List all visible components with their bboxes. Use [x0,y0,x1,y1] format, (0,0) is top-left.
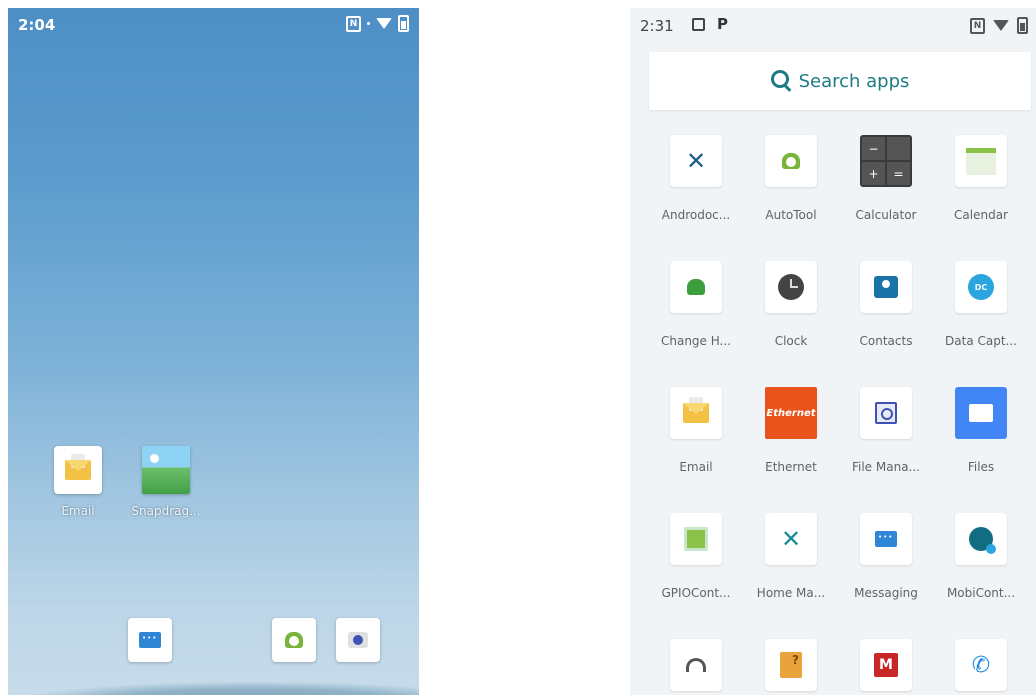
search-placeholder: Search apps [798,70,910,92]
status-time: 2:31 [640,17,674,35]
app-label: Email [61,504,95,518]
status-time: 2:04 [18,16,56,34]
search-icon [770,70,789,88]
clock-icon [765,261,817,313]
autotool-icon [272,618,316,662]
contacts-icon [860,261,912,313]
wifi-icon [993,20,1009,31]
app-m[interactable]: M [836,639,936,695]
ethernet-icon: Ethernet [765,387,817,439]
app-label: Data Capt... [945,334,1017,348]
nfc-icon: N [346,15,361,32]
app-label: Snapdrag... [131,504,201,518]
home-screen: 2:04 N Email Snapdrag... [8,8,419,695]
gpio-icon [670,513,722,565]
camera-icon [336,618,380,662]
home-app-email[interactable]: Email [38,446,118,518]
app-label: Calendar [954,208,1008,222]
wallpaper-hills [8,681,419,695]
android-icon [670,261,722,313]
app-calendar[interactable]: Calendar [931,135,1031,222]
battery-icon [1017,17,1028,34]
app-androdoc[interactable]: ✕ Androdoc... [646,135,746,222]
app-label: Ethernet [765,460,817,474]
app-phone[interactable]: ✆ [931,639,1031,695]
app-help[interactable] [741,639,841,695]
status-bar: 2:04 N [8,8,419,40]
app-files[interactable]: Files [931,387,1031,474]
app-contacts[interactable]: Contacts [836,261,936,348]
app-autotool[interactable]: AutoTool [741,135,841,222]
app-label: GPIOCont... [661,586,731,600]
tools-icon: ✕ [765,513,817,565]
androdoc-icon: ✕ [670,135,722,187]
app-ethernet[interactable]: Ethernet Ethernet [741,387,841,474]
help-doc-icon [765,639,817,691]
calendar-icon [955,135,1007,187]
autotool-icon [765,135,817,187]
m-app-icon: M [860,639,912,691]
email-icon [670,387,722,439]
datawedge-icon: DC [955,261,1007,313]
battery-icon [398,15,409,32]
app-label: Email [679,460,713,474]
app-label: File Mana... [851,460,920,474]
app-clock[interactable]: Clock [741,261,841,348]
calculator-icon: − + = [860,135,912,187]
gallery-icon [142,446,190,494]
app-label: Messaging [854,586,918,600]
dock-camera[interactable] [318,618,398,662]
messaging-icon [128,618,172,662]
app-audio[interactable] [646,639,746,695]
app-mobicontrol[interactable]: MobiCont... [931,513,1031,600]
email-icon [54,446,102,494]
app-label: Change H... [660,334,731,348]
headset-icon [670,639,722,691]
app-label: Androdoc... [661,208,731,222]
app-gpio-control[interactable]: GPIOCont... [646,513,746,600]
app-label: Calculator [855,208,917,222]
app-label: Files [967,460,995,474]
app-email[interactable]: Email [646,387,746,474]
file-manager-icon [860,387,912,439]
app-label: AutoTool [765,208,817,222]
messaging-icon [860,513,912,565]
files-icon [955,387,1007,439]
dock-messaging[interactable] [110,618,190,662]
app-label: Contacts [859,334,913,348]
app-label: Home Ma... [756,586,826,600]
wifi-icon [376,18,392,29]
app-calculator[interactable]: − + = Calculator [836,135,936,222]
home-app-snapdragon-gallery[interactable]: Snapdrag... [126,446,206,518]
search-apps-bar[interactable]: Search apps [649,52,1031,110]
app-data-capture[interactable]: DC Data Capt... [931,261,1031,348]
notification-icon [692,17,705,31]
parking-icon: P [717,15,728,33]
app-file-manager[interactable]: File Mana... [836,387,936,474]
app-drawer: 2:31 P N Search apps ✕ Androdoc... AutoT… [630,8,1036,695]
app-home-manager[interactable]: ✕ Home Ma... [741,513,841,600]
app-label: MobiCont... [946,586,1016,600]
status-bar: 2:31 P N [630,8,1036,42]
phone-icon: ✆ [955,639,1007,691]
app-messaging[interactable]: Messaging [836,513,936,600]
app-change-hostname[interactable]: Change H... [646,261,746,348]
dot-icon [367,22,370,25]
mobicontrol-icon [955,513,1007,565]
app-label: Clock [774,334,808,348]
nfc-icon: N [970,17,985,34]
